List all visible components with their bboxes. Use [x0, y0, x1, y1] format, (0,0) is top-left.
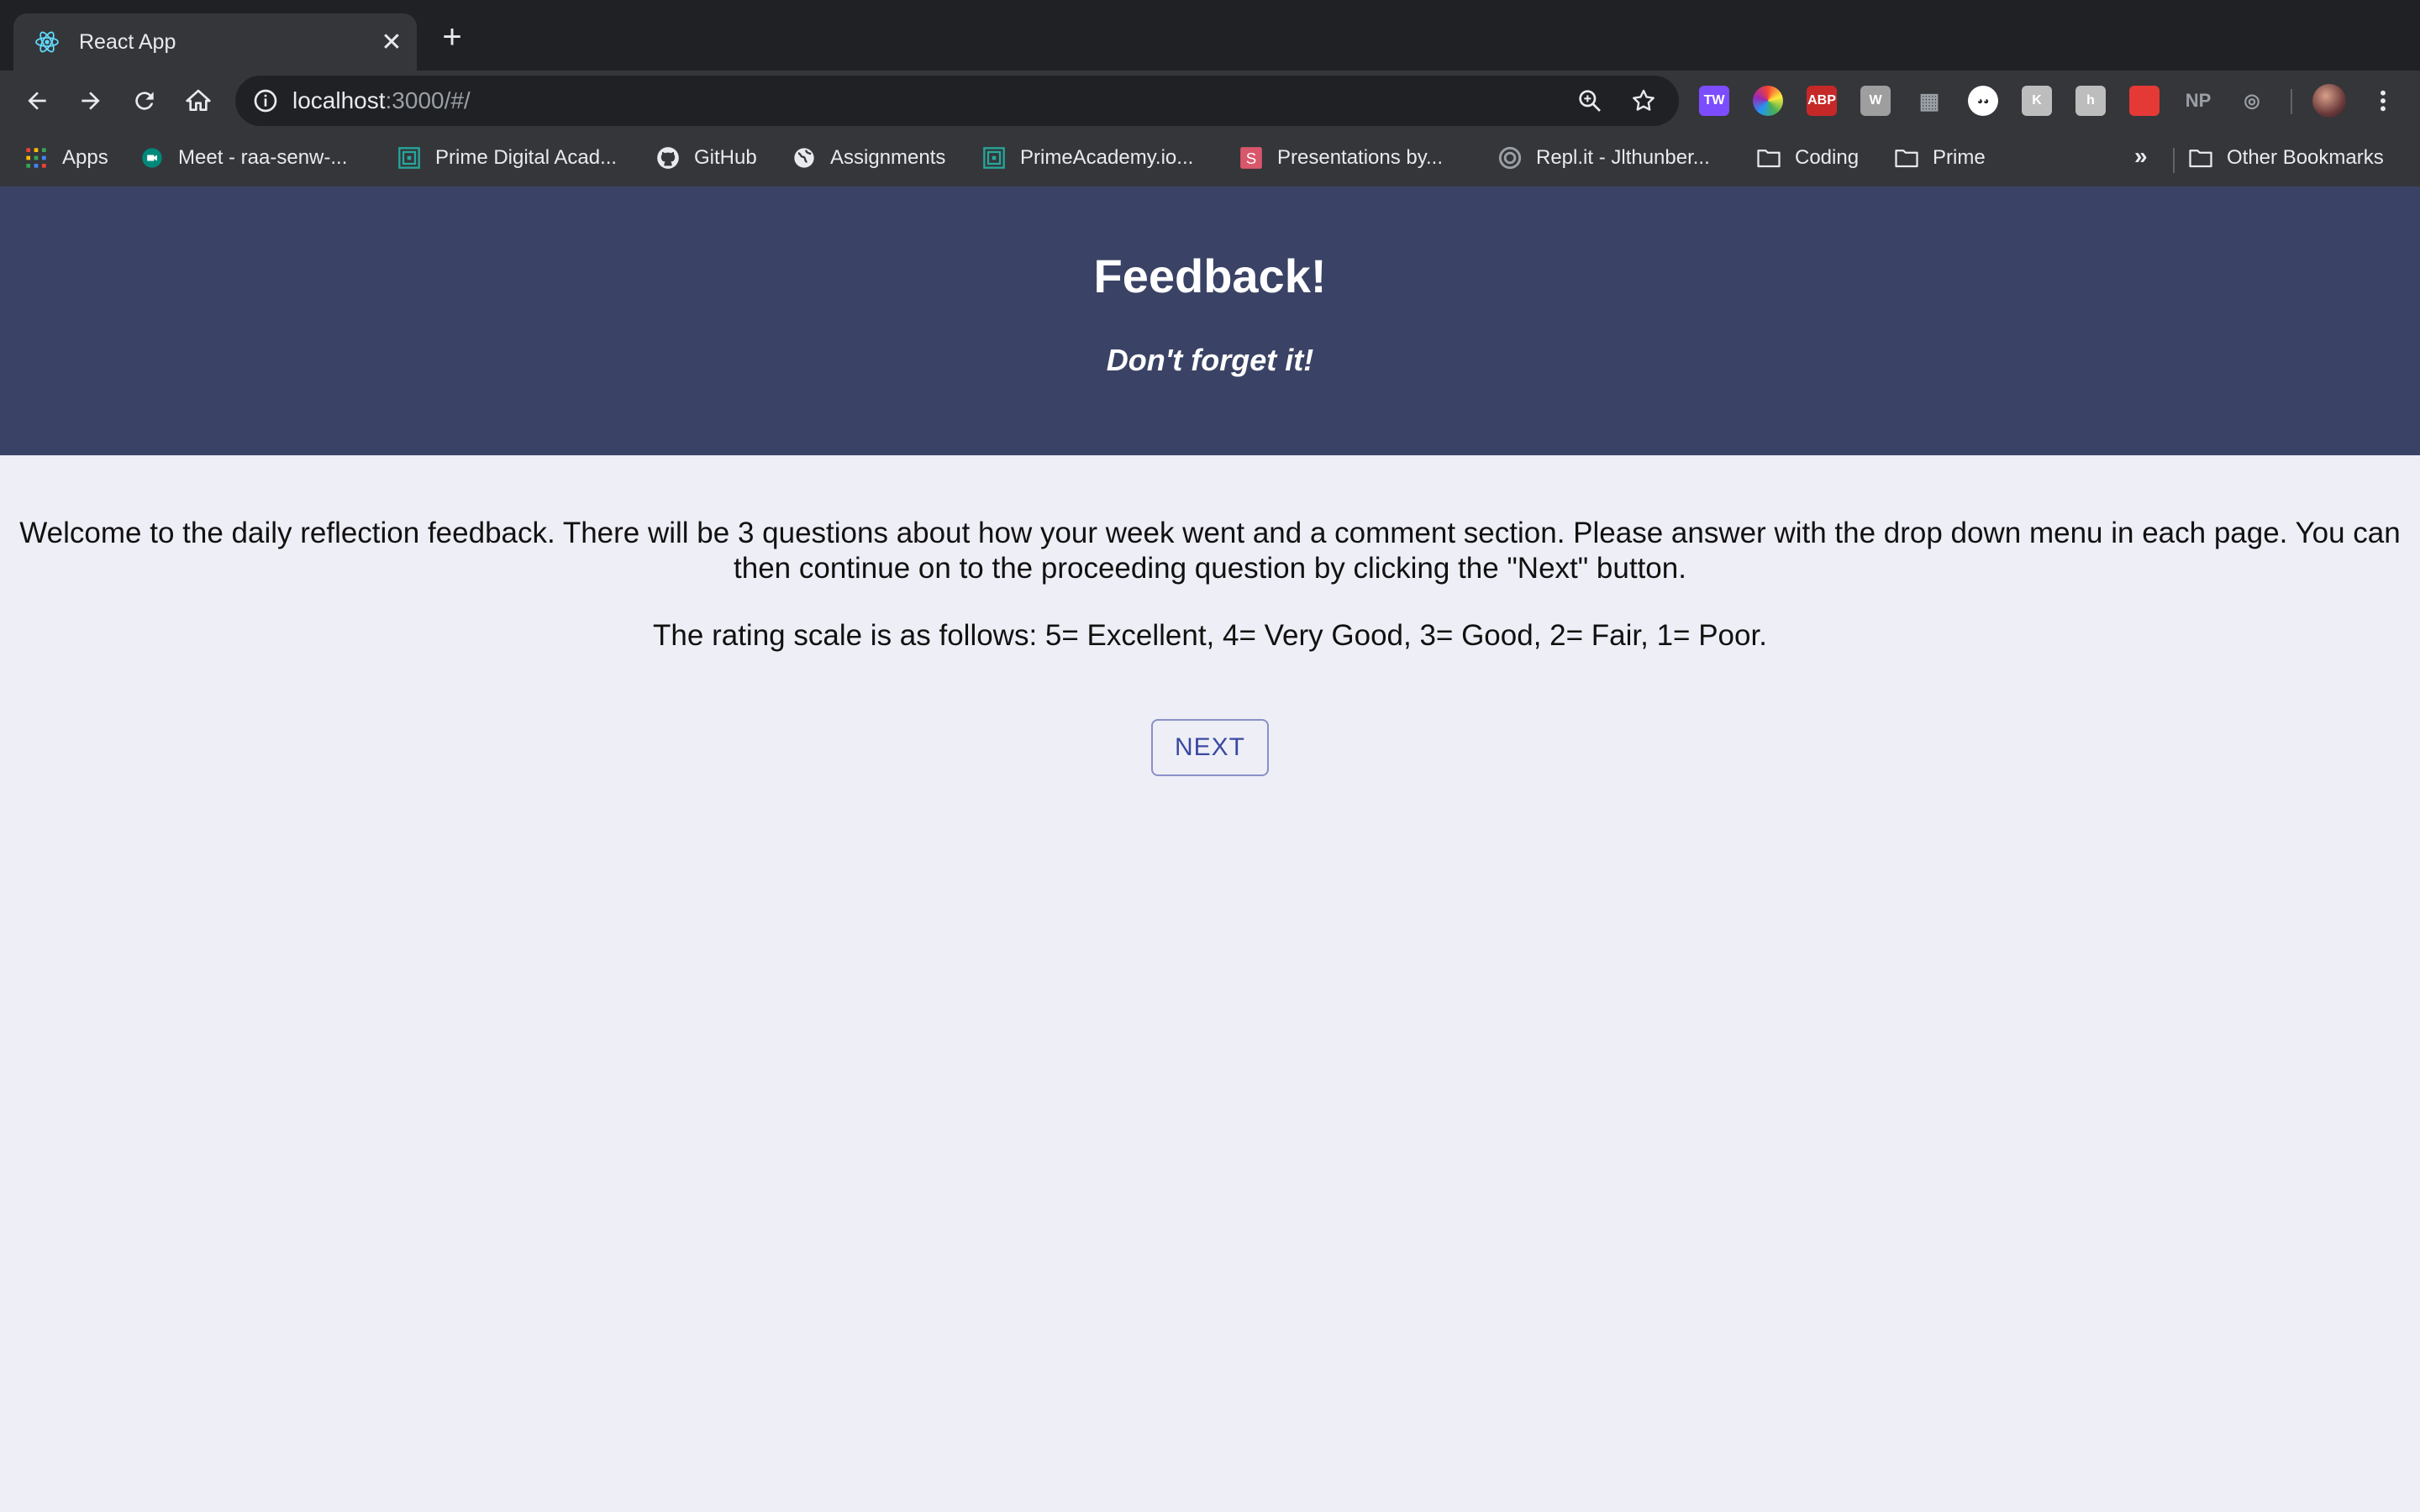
back-button[interactable]	[17, 81, 57, 121]
w-extension-icon[interactable]: W	[1857, 82, 1894, 119]
tw-extension-icon[interactable]: TW	[1696, 82, 1733, 119]
bookmark-item[interactable]: Assignments	[792, 141, 945, 175]
adblock-plus-icon[interactable]: ABP	[1803, 82, 1840, 119]
tab-close-icon[interactable]: ✕	[375, 25, 408, 59]
slides-icon: S	[1239, 145, 1264, 171]
kebab-menu-icon	[2381, 90, 2386, 112]
grid-extension-badge: ▦	[1918, 87, 1940, 113]
bookmark-label: Meet - raa-senw-...	[178, 146, 348, 169]
page-title: Feedback!	[1093, 249, 1327, 302]
adblock-plus-badge: ABP	[1807, 86, 1837, 116]
tab-bar: React App ✕ +	[0, 0, 2420, 71]
zoom-icon[interactable]	[1571, 82, 1608, 119]
bookmark-item[interactable]: PrimeAcademy.io...	[981, 141, 1193, 175]
bookmark-label: Prime	[1933, 146, 1986, 169]
address-bar[interactable]: localhost:3000/#/	[235, 76, 1679, 126]
home-icon	[186, 89, 211, 111]
bookmark-item[interactable]: Prime Digital Acad...	[397, 141, 617, 175]
app-header: Feedback! Don't forget it!	[0, 186, 2420, 455]
prime-icon	[981, 145, 1007, 171]
target-extension-badge: ◎	[2237, 86, 2267, 116]
back-arrow-icon	[28, 92, 46, 110]
meet-icon	[139, 145, 165, 171]
bookmark-label: Presentations by...	[1277, 146, 1443, 169]
avatar	[2312, 84, 2346, 118]
bookmark-item[interactable]: Repl.it - Jlthunber...	[1497, 141, 1710, 175]
red-extension-icon[interactable]	[2126, 82, 2163, 119]
bookmark-label: Assignments	[830, 146, 946, 169]
bookmark-item[interactable]: Meet - raa-senw-...	[139, 141, 347, 175]
folder-icon	[1894, 145, 1919, 171]
github-icon	[655, 145, 681, 171]
forward-arrow-icon	[82, 92, 100, 110]
browser-menu-button[interactable]	[2365, 82, 2402, 119]
reload-button[interactable]	[124, 81, 165, 121]
bookmark-label: PrimeAcademy.io...	[1020, 146, 1194, 169]
site-info-icon[interactable]	[252, 87, 279, 114]
bookmarks-bar: Apps Meet - raa-senw-... Prime Digital Aca…	[0, 131, 2420, 187]
svg-text:S: S	[1246, 150, 1256, 167]
profile-avatar[interactable]	[2311, 82, 2348, 119]
folder-icon	[1756, 145, 1781, 171]
bookmark-item[interactable]: Coding	[1756, 141, 1859, 175]
tab-title: React App	[79, 29, 176, 54]
red-extension-badge	[2129, 86, 2160, 116]
bookmark-item[interactable]: Prime	[1894, 141, 1986, 175]
folder-icon	[2188, 145, 2213, 171]
globe-icon	[792, 145, 817, 171]
react-favicon-icon	[34, 29, 60, 55]
w-extension-badge: W	[1860, 86, 1891, 116]
color-wheel-extension-icon[interactable]	[1749, 82, 1786, 119]
bookmark-label: Prime Digital Acad...	[435, 146, 618, 169]
k-extension-icon[interactable]: K	[2018, 82, 2055, 119]
other-bookmarks-label: Other Bookmarks	[2227, 146, 2384, 169]
np-extension-icon[interactable]: NP	[2180, 82, 2217, 119]
url-text[interactable]: localhost:3000/#/	[292, 87, 1571, 114]
bookmark-label: Coding	[1795, 146, 1860, 169]
bookmark-label: Apps	[62, 146, 108, 169]
bookmarks-separator	[2173, 148, 2175, 173]
np-extension-badge: NP	[2183, 86, 2213, 116]
other-bookmarks-folder[interactable]: Other Bookmarks	[2188, 141, 2384, 175]
new-tab-button[interactable]: +	[435, 20, 469, 55]
bookmark-label: Repl.it - Jlthunber...	[1536, 146, 1710, 169]
reload-icon	[135, 92, 154, 110]
color-wheel-extension-badge	[1753, 86, 1783, 116]
toolbar-separator	[2291, 89, 2292, 114]
bookmark-star-icon[interactable]	[1625, 82, 1662, 119]
url-host: localhost	[292, 87, 386, 113]
target-extension-icon[interactable]: ◎	[2233, 82, 2270, 119]
browser-tab[interactable]: React App ✕	[13, 13, 417, 71]
h-extension-badge: h	[2075, 86, 2106, 116]
prime-icon	[397, 145, 422, 171]
tw-extension-badge: TW	[1699, 86, 1729, 116]
bookmark-item[interactable]: GitHub	[655, 141, 757, 175]
grid-extension-icon[interactable]: ▦	[1911, 82, 1948, 119]
home-button[interactable]	[178, 81, 218, 121]
rating-scale-text: The rating scale is as follows: 5= Excel…	[653, 619, 1767, 652]
bookmark-label: GitHub	[694, 146, 757, 169]
url-path: :3000/#/	[385, 87, 471, 113]
bookmark-item[interactable]: S Presentations by...	[1239, 141, 1443, 175]
intro-text: Welcome to the daily reflection feedback…	[19, 517, 2401, 585]
apps-grid-icon	[24, 145, 49, 171]
replit-icon	[1497, 145, 1523, 171]
page-subtitle: Don't forget it!	[1106, 343, 1314, 377]
bookmark-item[interactable]: Apps	[24, 141, 108, 175]
next-button[interactable]: NEXT	[1151, 719, 1269, 776]
forward-button[interactable]	[71, 81, 111, 121]
eyes-extension-icon[interactable]: ◕◕	[1965, 82, 2002, 119]
browser-toolbar: localhost:3000/#/ TW ABP W ▦ ◕◕ Kh NP ◎	[0, 71, 2420, 131]
h-extension-icon[interactable]: h	[2072, 82, 2109, 119]
bookmarks-overflow-button[interactable]: »	[2134, 143, 2148, 170]
eyes-extension-badge: ◕◕	[1968, 86, 1998, 116]
k-extension-badge: K	[2022, 86, 2052, 116]
